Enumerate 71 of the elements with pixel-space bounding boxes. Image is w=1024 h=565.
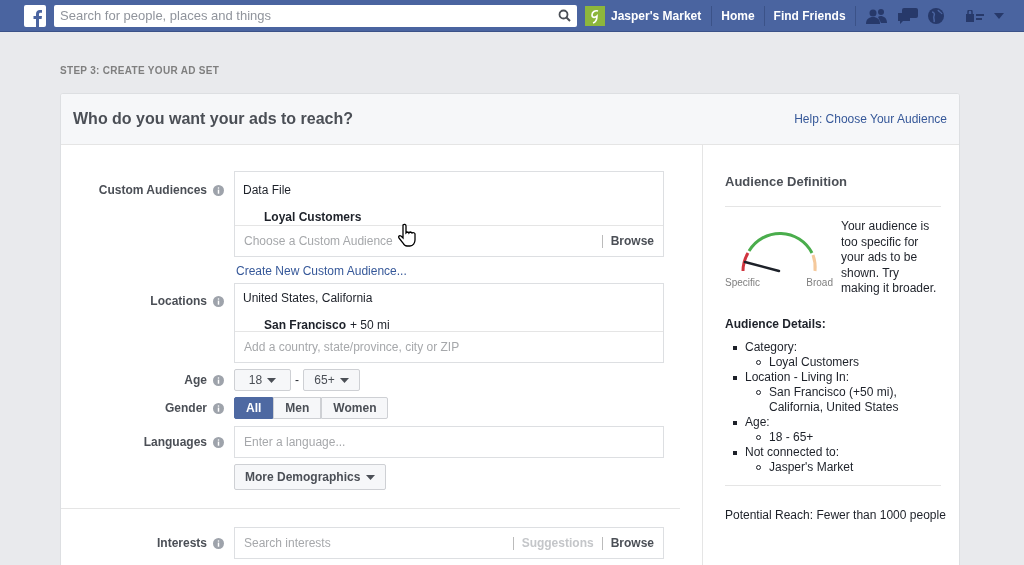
gauge-max-label: Broad: [806, 276, 833, 290]
panel-title: Audience Definition: [725, 174, 848, 189]
card-title: Who do you want your ads to reach?: [73, 109, 353, 129]
custom-audience-field[interactable]: Data File Loyal Customers Choose a Custom Audience Browse: [234, 171, 664, 257]
detail-label: Not connected to:: [745, 444, 841, 460]
hand-cursor-icon: [397, 223, 419, 247]
profile-avatar-icon[interactable]: [585, 5, 605, 26]
nav-link[interactable]: Find Friends: [764, 5, 856, 26]
age-max-dropdown[interactable]: 65+: [303, 369, 360, 391]
bullet-icon: [733, 345, 737, 350]
detail-value: Loyal Customers: [769, 354, 861, 370]
audience-message: Your audience is too specific for your ads to be shown. Try making it broader.: [841, 219, 938, 297]
details-title: Audience Details:: [725, 316, 826, 331]
age-min-dropdown[interactable]: 18: [234, 369, 291, 391]
messages-icon[interactable]: [898, 7, 918, 24]
facebook-logo-icon[interactable]: [24, 4, 46, 27]
detail-value: San Francisco (+50 mi), California, United States: [769, 384, 900, 415]
gender-option[interactable]: Women: [321, 397, 389, 419]
step-heading: STEP 3: CREATE YOUR AD SET: [60, 65, 220, 76]
gender-option[interactable]: Men: [273, 397, 322, 419]
caret-icon: [366, 474, 376, 480]
field-placeholder: Search interests: [244, 535, 332, 552]
browse-button[interactable]: Browse: [610, 534, 654, 552]
info-icon[interactable]: [213, 436, 224, 448]
field-label: Interests: [156, 535, 207, 552]
info-icon[interactable]: [213, 295, 224, 307]
detail-label: Age:: [745, 414, 771, 430]
age-separator: -: [294, 372, 300, 389]
field-placeholder: Add a country, state/province, city or ZIP: [244, 339, 460, 356]
create-audience-link[interactable]: Create New Custom Audience...: [236, 262, 664, 280]
privacy-icon[interactable]: [966, 9, 984, 22]
caret-icon: [339, 377, 349, 383]
location-group: United States, California: [243, 289, 655, 307]
gender-option[interactable]: All: [234, 397, 274, 419]
detail-value: 18 - 65+: [769, 429, 815, 445]
field-placeholder: Choose a Custom Audience: [244, 233, 393, 250]
selected-location[interactable]: San Francisco: [264, 316, 347, 334]
nav-link[interactable]: Home: [712, 5, 765, 26]
more-demographics-button[interactable]: More Demographics: [234, 464, 387, 490]
selected-audience[interactable]: Loyal Customers: [243, 208, 655, 226]
interests-field[interactable]: Search interests Suggestions Browse: [234, 527, 664, 559]
browse-button[interactable]: Browse: [610, 232, 654, 250]
dropdown-caret-icon[interactable]: [994, 12, 1004, 19]
field-label: Locations: [150, 293, 207, 310]
search-placeholder: Search for people, places and things: [60, 6, 273, 25]
caret-icon: [267, 377, 277, 383]
detail-label: Location - Living In:: [745, 369, 851, 385]
info-icon[interactable]: [213, 402, 224, 414]
audience-group: Data File: [243, 181, 655, 199]
field-label: Age: [184, 372, 207, 389]
profile-link[interactable]: Jasper's Market: [611, 6, 702, 25]
info-icon[interactable]: [213, 537, 224, 549]
gauge-min-label: Specific: [725, 276, 760, 290]
bullet-icon: [733, 375, 737, 380]
field-label: Custom Audiences: [98, 182, 207, 199]
field-label: Languages: [143, 434, 207, 451]
location-radius[interactable]: + 50 mi: [350, 316, 390, 334]
friends-icon[interactable]: [866, 7, 888, 24]
detail-label: Category:: [745, 339, 799, 355]
field-placeholder: Enter a language...: [244, 434, 346, 451]
globe-icon[interactable]: [928, 7, 944, 24]
detail-value: Jasper's Market: [769, 459, 855, 475]
help-link[interactable]: Help: Choose Your Audience: [794, 110, 947, 128]
potential-reach: Potential Reach: Fewer than 1000 people: [725, 507, 946, 522]
bullet-icon: [733, 450, 737, 455]
info-icon[interactable]: [213, 374, 224, 386]
field-label: Gender: [165, 400, 207, 417]
locations-field[interactable]: United States, California San Francisco + 50 mi Add a country, state/province, city or ZIP: [234, 283, 664, 363]
bullet-icon: [733, 420, 737, 425]
info-icon[interactable]: [213, 184, 224, 196]
search-icon[interactable]: [558, 9, 571, 22]
